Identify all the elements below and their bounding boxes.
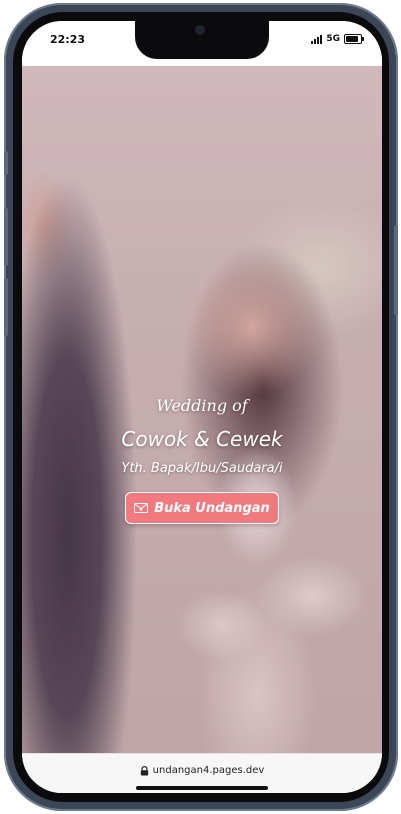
network-type: 5G (326, 34, 340, 44)
hero-cover: Wedding of Cowok & Cewek Yth. Bapak/Ibu/… (22, 66, 382, 753)
browser-address-bar[interactable]: undangan4.pages.dev (22, 753, 382, 793)
envelope-heart-icon (134, 503, 149, 513)
open-invitation-button[interactable]: Buka Undangan (125, 492, 279, 524)
signal-icon (311, 34, 323, 44)
url-display[interactable]: undangan4.pages.dev (22, 765, 382, 776)
screen: 22:23 5G Wedding of Cowok & Cewek Yth. B… (22, 21, 382, 793)
wedding-of-label: Wedding of (156, 396, 248, 415)
open-invitation-label: Buka Undangan (154, 500, 270, 516)
volume-up-button (4, 208, 8, 266)
home-indicator[interactable] (136, 786, 268, 790)
volume-down-button (4, 278, 8, 336)
lock-icon (140, 765, 148, 775)
recipient-label: Yth. Bapak/Ibu/Saudara/i (121, 461, 283, 476)
status-bar: 22:23 5G (22, 21, 382, 66)
silent-switch (4, 151, 8, 175)
couple-names: Cowok & Cewek (121, 427, 283, 451)
url-text: undangan4.pages.dev (152, 765, 265, 776)
camera-icon (195, 25, 205, 35)
status-time: 22:23 (50, 33, 86, 46)
status-indicators: 5G (311, 33, 364, 45)
hero-content: Wedding of Cowok & Cewek Yth. Bapak/Ibu/… (22, 396, 382, 524)
power-button (394, 225, 398, 315)
notch (135, 21, 269, 59)
battery-icon (344, 34, 364, 44)
